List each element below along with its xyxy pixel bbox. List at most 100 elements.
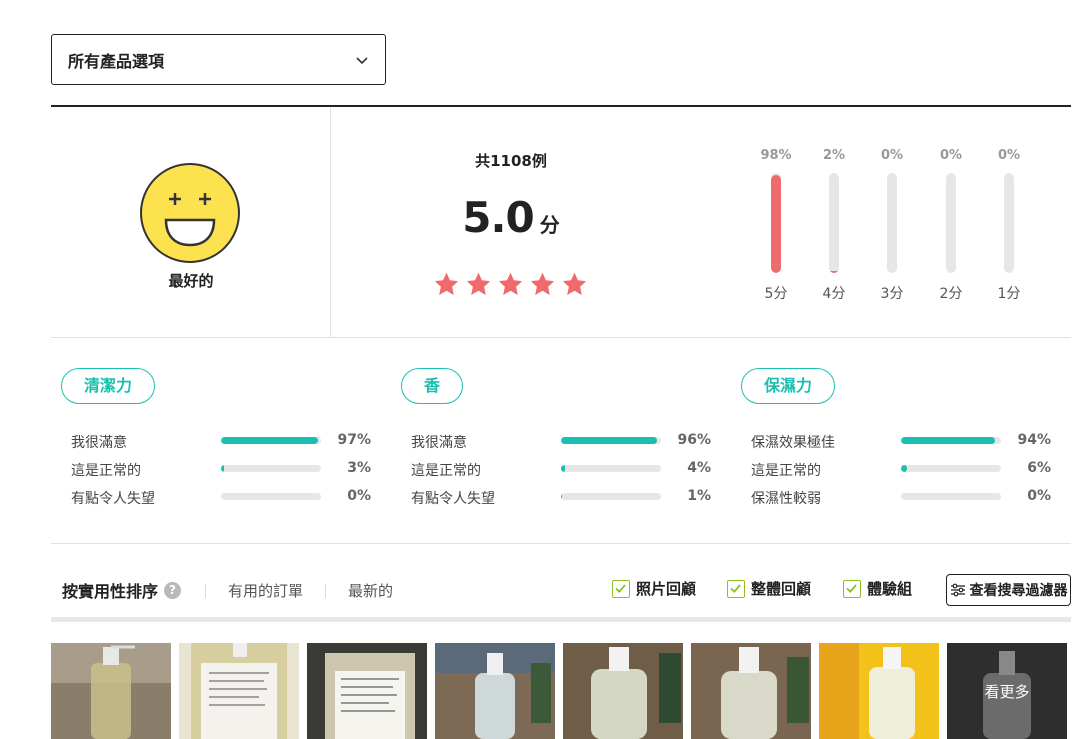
- feature-title-pill: 保濕力: [741, 368, 836, 404]
- feature-row-percent: 97%: [337, 432, 371, 448]
- score-bar-1: 0% 1分: [979, 107, 1039, 338]
- feature-row: 我很滿意 96%: [391, 426, 711, 454]
- score-bar-track: [1004, 173, 1014, 273]
- feature-row-fill: [561, 465, 565, 472]
- filter-photo-reviews[interactable]: 照片回顧: [612, 578, 696, 599]
- feature-row-fill: [221, 465, 224, 472]
- filter-photo-label: 照片回顧: [636, 580, 697, 598]
- checkbox-checked-icon[interactable]: [727, 579, 745, 598]
- star-icon: [498, 272, 523, 295]
- view-search-filters-button[interactable]: 查看搜尋過濾器: [946, 574, 1071, 606]
- help-icon[interactable]: ?: [164, 581, 182, 599]
- feature-row-label: 保濕性較弱: [751, 491, 821, 507]
- feature-row-percent: 96%: [677, 432, 711, 448]
- score-bar-3: 0% 3分: [862, 107, 922, 338]
- feature-row: 有點令人失望 1%: [391, 482, 711, 510]
- review-photo[interactable]: [435, 643, 555, 739]
- star-icon: [466, 272, 491, 295]
- filter-trial-label: 體驗組: [867, 580, 913, 598]
- see-more-label[interactable]: 看更多: [947, 643, 1067, 739]
- feature-row-label: 這是正常的: [411, 463, 481, 479]
- feature-group: 香我很滿意 96% 這是正常的 4% 有點令人失望 1%: [391, 368, 711, 510]
- score-bar-4: 2% 4分: [804, 107, 864, 338]
- review-photo-strip: 看更多: [51, 643, 1071, 739]
- feature-row-fill: [901, 437, 995, 444]
- feature-title-pill: 香: [401, 368, 464, 404]
- sort-option-newest[interactable]: 最新的: [348, 580, 393, 601]
- score-bar-5: 98% 5分: [746, 107, 806, 338]
- sort-main-label: 按實用性排序: [62, 582, 159, 601]
- score-bar-track: [887, 173, 897, 273]
- star-rating: [433, 271, 588, 298]
- score-bar-track: [771, 173, 781, 273]
- feature-row-fill: [221, 437, 318, 444]
- feature-row-track: [221, 437, 321, 444]
- feature-row-fill: [901, 465, 907, 472]
- review-photo[interactable]: [51, 643, 171, 739]
- score-bar-fill: [829, 271, 839, 273]
- review-photo[interactable]: [819, 643, 939, 739]
- filter-sliders-icon: [950, 583, 965, 597]
- feature-row-track: [901, 437, 1001, 444]
- review-photo[interactable]: [563, 643, 683, 739]
- filter-overall-reviews[interactable]: 整體回顧: [727, 578, 811, 599]
- average-score: 5.0 分: [331, 193, 691, 242]
- feature-row: 這是正常的 4%: [391, 454, 711, 482]
- score-column: 共1108例 5.0 分: [331, 107, 691, 338]
- feature-group: 清潔力 我很滿意 97% 這是正常的 3% 有點令人失望 0%: [51, 368, 371, 510]
- feature-row-percent: 1%: [687, 488, 711, 504]
- feature-row: 保濕性較弱 0%: [731, 482, 1051, 510]
- star-icon: [530, 272, 555, 295]
- feature-row: 我很滿意 97%: [51, 426, 371, 454]
- feature-row-track: [221, 465, 321, 472]
- sort-option-useful[interactable]: 有用的訂單: [228, 580, 303, 601]
- review-photo[interactable]: [179, 643, 299, 739]
- feature-row-fill: [561, 493, 562, 500]
- review-photo[interactable]: [307, 643, 427, 739]
- score-distribution: 98% 5分 2% 4分 0% 3分 0% 2分 0% 1分: [691, 107, 1071, 338]
- feature-row-label: 我很滿意: [411, 435, 467, 451]
- filter-overall-label: 整體回顧: [751, 580, 812, 598]
- score-unit: 分: [539, 213, 560, 237]
- filter-trial-set[interactable]: 體驗組: [843, 578, 912, 599]
- score-bar-percent: 0%: [880, 148, 904, 163]
- feature-row: 保濕效果極佳 94%: [731, 426, 1051, 454]
- feature-row-label: 這是正常的: [751, 463, 821, 479]
- score-bar-percent: 0%: [997, 148, 1021, 163]
- score-value: 5.0: [462, 193, 534, 242]
- review-photo[interactable]: [691, 643, 811, 739]
- feature-row-percent: 6%: [1027, 460, 1051, 476]
- score-bar-percent: 2%: [822, 148, 846, 163]
- feature-row-track: [561, 437, 661, 444]
- score-bar-percent: 98%: [760, 148, 792, 163]
- feature-row: 這是正常的 6%: [731, 454, 1051, 482]
- score-bar-label: 3分: [880, 286, 904, 302]
- checkbox-checked-icon[interactable]: [612, 579, 630, 598]
- feature-row-track: [901, 493, 1001, 500]
- face-label: 最好的: [168, 272, 214, 290]
- feature-row-fill: [561, 437, 657, 444]
- feature-row: 有點令人失望 0%: [51, 482, 371, 510]
- score-bar-track: [829, 173, 839, 273]
- feature-row-percent: 0%: [1027, 488, 1051, 504]
- chevron-down-icon: [356, 56, 368, 64]
- feature-row-percent: 4%: [687, 460, 711, 476]
- feature-row-label: 我很滿意: [71, 435, 127, 451]
- feature-group: 保濕力保濕效果極佳 94% 這是正常的 6% 保濕性較弱 0%: [731, 368, 1051, 510]
- sort-by-usefulness[interactable]: 按實用性排序 ?: [62, 578, 182, 602]
- smiley-face-icon: [140, 163, 240, 263]
- feature-row-label: 這是正常的: [71, 463, 141, 479]
- feature-row-track: [561, 465, 661, 472]
- product-option-select[interactable]: 所有產品選項: [51, 34, 386, 85]
- star-icon: [434, 272, 459, 295]
- product-option-select-label: 所有產品選項: [68, 51, 165, 71]
- feature-row-label: 有點令人失望: [71, 491, 155, 507]
- score-bar-label: 1分: [997, 286, 1021, 302]
- checkbox-checked-icon[interactable]: [843, 579, 861, 598]
- score-bar-2: 0% 2分: [921, 107, 981, 338]
- review-photo-more[interactable]: 看更多: [947, 643, 1067, 739]
- feature-row-track: [561, 493, 661, 500]
- feature-row-label: 保濕效果極佳: [751, 435, 835, 451]
- feature-row-label: 有點令人失望: [411, 491, 495, 507]
- feature-row-percent: 0%: [347, 488, 371, 504]
